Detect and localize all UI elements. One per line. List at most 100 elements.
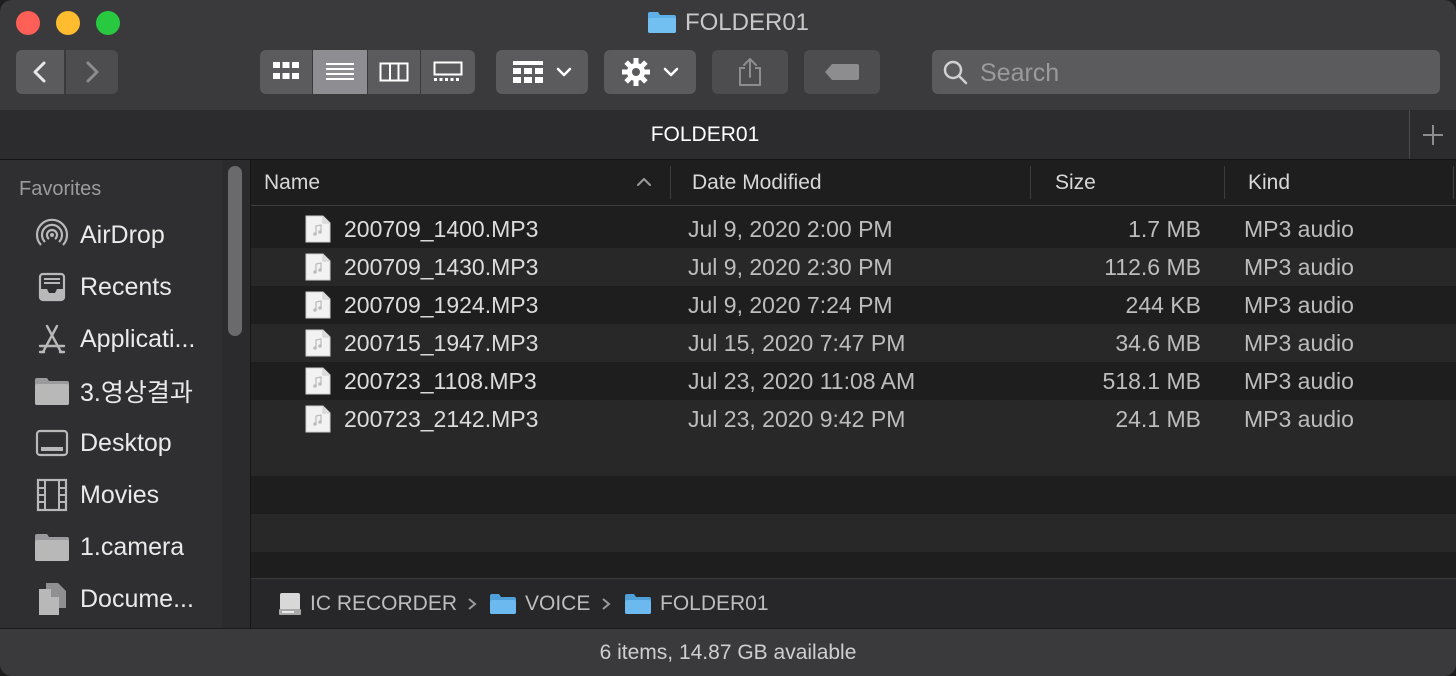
- breadcrumb-label: IC RECORDER: [310, 592, 458, 615]
- gallery-view-icon: [433, 61, 463, 81]
- file-kind: MP3 audio: [1244, 254, 1354, 280]
- sidebar-item-label: 1.camera: [80, 532, 185, 561]
- desktop-icon: [34, 425, 70, 461]
- list-view-icon: [326, 63, 354, 80]
- sidebar-item-airdrop[interactable]: AirDrop: [34, 210, 219, 260]
- documents-icon: [34, 581, 70, 617]
- action-menu-button[interactable]: [604, 50, 696, 94]
- chevron-right-icon: [468, 598, 477, 610]
- sidebar-item-applications[interactable]: Applicati...: [34, 314, 219, 364]
- icon-view-icon: [273, 62, 299, 79]
- chevron-right-icon: [86, 61, 99, 83]
- column-divider[interactable]: [1224, 166, 1225, 199]
- column-view-icon: [379, 62, 409, 82]
- icon-view-button[interactable]: [260, 50, 313, 94]
- file-date-modified: Jul 23, 2020 9:42 PM: [688, 406, 906, 432]
- sidebar-section-favorites: Favorites: [19, 178, 102, 200]
- tab-bar: FOLDER01: [0, 110, 1456, 160]
- status-bar: 6 items, 14.87 GB available: [0, 628, 1456, 676]
- applications-icon: [34, 321, 70, 357]
- sidebar: Favorites AirDrop Recents Applicati... 3…: [0, 160, 251, 628]
- table-row[interactable]: 200709_1430.MP3 Jul 9, 2020 2:30 PM 112.6 …: [251, 248, 1456, 286]
- table-row[interactable]: 200709_1400.MP3 Jul 9, 2020 2:00 PM 1.7 MB…: [251, 210, 1456, 248]
- chevron-down-icon: [663, 67, 679, 77]
- sidebar-item-label: AirDrop: [80, 220, 165, 249]
- file-size: 24.1 MB: [1115, 406, 1201, 432]
- table-row[interactable]: 200723_2142.MP3 Jul 23, 2020 9:42 PM 24.1 …: [251, 400, 1456, 438]
- sidebar-item-movies[interactable]: Movies: [34, 470, 219, 520]
- file-name: 200715_1947.MP3: [344, 330, 539, 356]
- forward-button[interactable]: [66, 50, 118, 94]
- plus-icon: [1423, 124, 1443, 145]
- tags-button[interactable]: [804, 50, 880, 94]
- list-view-button[interactable]: [313, 50, 368, 94]
- file-size: 244 KB: [1125, 292, 1201, 318]
- table-row[interactable]: 200709_1924.MP3 Jul 9, 2020 7:24 PM 244 KB…: [251, 286, 1456, 324]
- column-divider[interactable]: [1030, 166, 1031, 199]
- search-input[interactable]: [978, 50, 1422, 96]
- file-kind: MP3 audio: [1244, 406, 1354, 432]
- column-divider[interactable]: [670, 166, 671, 199]
- new-tab-button[interactable]: [1409, 110, 1456, 159]
- group-by-button[interactable]: [496, 50, 588, 94]
- file-date-modified: Jul 23, 2020 11:08 AM: [688, 368, 916, 394]
- audio-file-icon: [305, 405, 331, 439]
- sidebar-item-label: Desktop: [80, 428, 172, 457]
- airdrop-icon: [34, 217, 70, 253]
- sidebar-item-label: Applicati...: [80, 324, 196, 353]
- breadcrumb-ic-recorder[interactable]: IC RECORDER: [278, 579, 457, 629]
- empty-row: [251, 438, 1456, 476]
- file-size: 112.6 MB: [1104, 254, 1201, 280]
- file-name: 200709_1924.MP3: [344, 292, 539, 318]
- path-bar: IC RECORDER VOICE FOLDER01: [251, 578, 1456, 629]
- file-date-modified: Jul 15, 2020 7:47 PM: [688, 330, 906, 356]
- file-size: 518.1 MB: [1102, 368, 1201, 394]
- folder-icon: [34, 529, 70, 565]
- column-header-date-modified[interactable]: Date Modified: [692, 160, 822, 205]
- breadcrumb-separator: [600, 579, 612, 629]
- file-kind: MP3 audio: [1244, 330, 1354, 356]
- file-name: 200709_1400.MP3: [344, 216, 539, 242]
- file-size: 34.6 MB: [1115, 330, 1201, 356]
- column-divider[interactable]: [1453, 166, 1454, 199]
- column-header-size[interactable]: Size: [1055, 160, 1096, 205]
- column-header-kind[interactable]: Kind: [1248, 160, 1290, 205]
- tab-folder01[interactable]: FOLDER01: [0, 110, 1410, 159]
- finder-window: FOLDER01 Search FOLDER01 Favorites AirDr…: [0, 0, 1456, 676]
- sidebar-item-label: 3.영상결과: [80, 379, 193, 407]
- column-header-name[interactable]: Name: [264, 160, 320, 205]
- column-view-button[interactable]: [368, 50, 421, 94]
- back-button[interactable]: [16, 50, 64, 94]
- empty-row: [251, 514, 1456, 552]
- audio-file-icon: [305, 367, 331, 401]
- sidebar-item-desktop[interactable]: Desktop: [34, 418, 219, 468]
- file-date-modified: Jul 9, 2020 2:00 PM: [688, 216, 893, 242]
- audio-file-icon: [305, 291, 331, 325]
- toolbar: FOLDER01: [0, 0, 1456, 111]
- search-icon: [943, 60, 968, 85]
- sidebar-item-recents[interactable]: Recents: [34, 262, 219, 312]
- chevron-right-icon: [602, 598, 611, 610]
- sidebar-item-3-video-results[interactable]: 3.영상결과: [34, 366, 219, 416]
- breadcrumb-voice[interactable]: VOICE: [489, 579, 590, 629]
- movies-icon: [34, 477, 70, 513]
- file-kind: MP3 audio: [1244, 216, 1354, 242]
- drive-icon: [278, 591, 302, 617]
- view-mode-control: [260, 50, 475, 94]
- sidebar-scrollbar-thumb[interactable]: [228, 166, 242, 336]
- breadcrumb-folder01[interactable]: FOLDER01: [624, 579, 769, 629]
- search-field[interactable]: [932, 50, 1440, 96]
- sidebar-item-documents[interactable]: Docume...: [34, 574, 219, 624]
- file-size: 1.7 MB: [1128, 216, 1201, 242]
- table-row[interactable]: 200715_1947.MP3 Jul 15, 2020 7:47 PM 34.6 …: [251, 324, 1456, 362]
- gallery-view-button[interactable]: [421, 50, 475, 94]
- sidebar-item-1-camera[interactable]: 1.camera: [34, 522, 219, 572]
- chevron-up-icon: [637, 178, 651, 186]
- breadcrumb-label: VOICE: [525, 592, 591, 615]
- folder-icon: [34, 373, 70, 409]
- share-icon: [739, 58, 761, 86]
- share-button[interactable]: [712, 50, 788, 94]
- table-row[interactable]: 200723_1108.MP3 Jul 23, 2020 11:08 AM 518.…: [251, 362, 1456, 400]
- folder-icon: [489, 593, 517, 615]
- file-date-modified: Jul 9, 2020 7:24 PM: [688, 292, 893, 318]
